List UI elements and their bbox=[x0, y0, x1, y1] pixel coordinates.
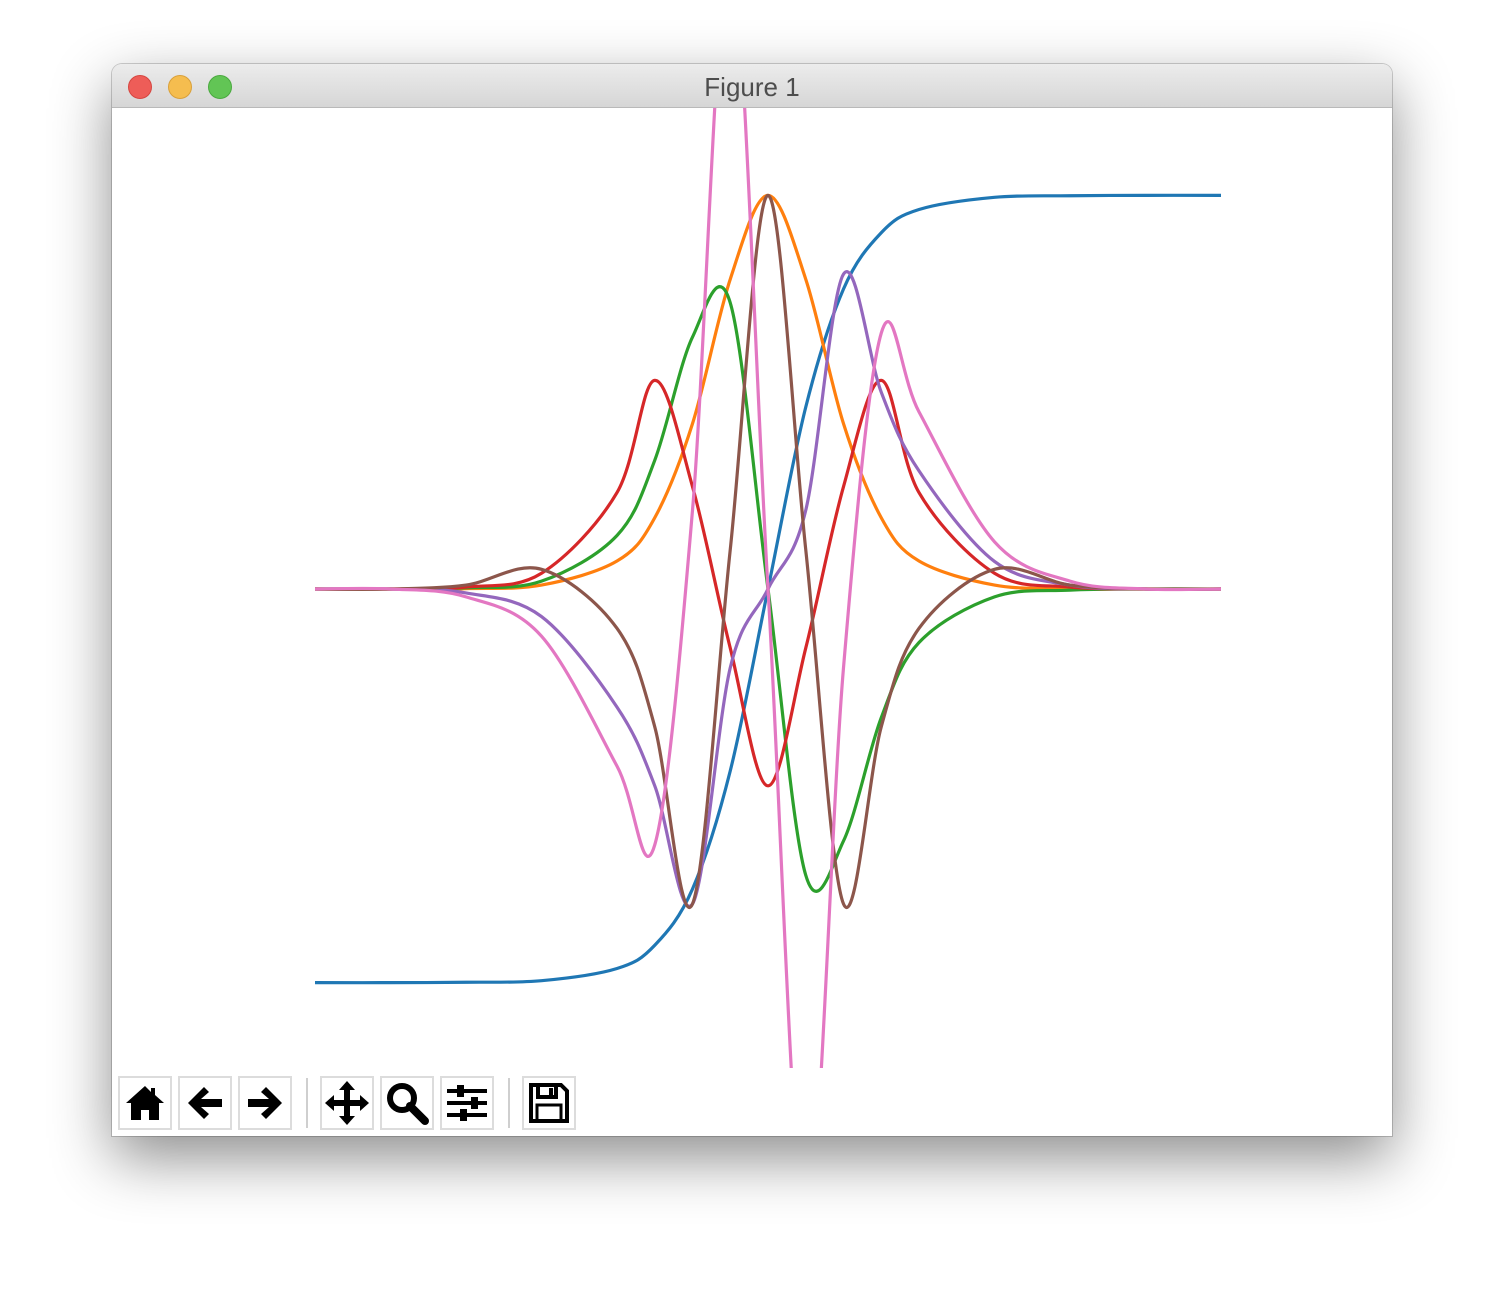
home-button[interactable] bbox=[118, 1076, 172, 1130]
save-button[interactable] bbox=[522, 1076, 576, 1130]
window-title: Figure 1 bbox=[704, 72, 800, 102]
save-icon bbox=[529, 1083, 569, 1123]
zoom-button[interactable] bbox=[380, 1076, 434, 1130]
back-arrow-icon bbox=[188, 1087, 222, 1119]
line-chart bbox=[314, 108, 1222, 1068]
title-bar[interactable]: Figure 1 bbox=[112, 64, 1392, 108]
series-line-2 bbox=[314, 193, 1222, 591]
pan-icon bbox=[325, 1081, 369, 1125]
toolbar-separator bbox=[306, 1078, 308, 1128]
home-icon bbox=[126, 1086, 164, 1120]
pan-button[interactable] bbox=[320, 1076, 374, 1130]
series-line-6 bbox=[314, 193, 1222, 909]
configure-subplots-button[interactable] bbox=[440, 1076, 494, 1130]
forward-arrow-icon bbox=[248, 1087, 282, 1119]
forward-button[interactable] bbox=[238, 1076, 292, 1130]
zoom-icon bbox=[387, 1083, 429, 1125]
figure-window: Figure 1 bbox=[112, 64, 1392, 1136]
back-button[interactable] bbox=[178, 1076, 232, 1130]
toolbar-separator bbox=[508, 1078, 510, 1128]
plot-canvas[interactable] bbox=[112, 108, 1392, 1068]
navigation-toolbar bbox=[112, 1068, 1392, 1136]
subplots-icon bbox=[447, 1085, 487, 1121]
